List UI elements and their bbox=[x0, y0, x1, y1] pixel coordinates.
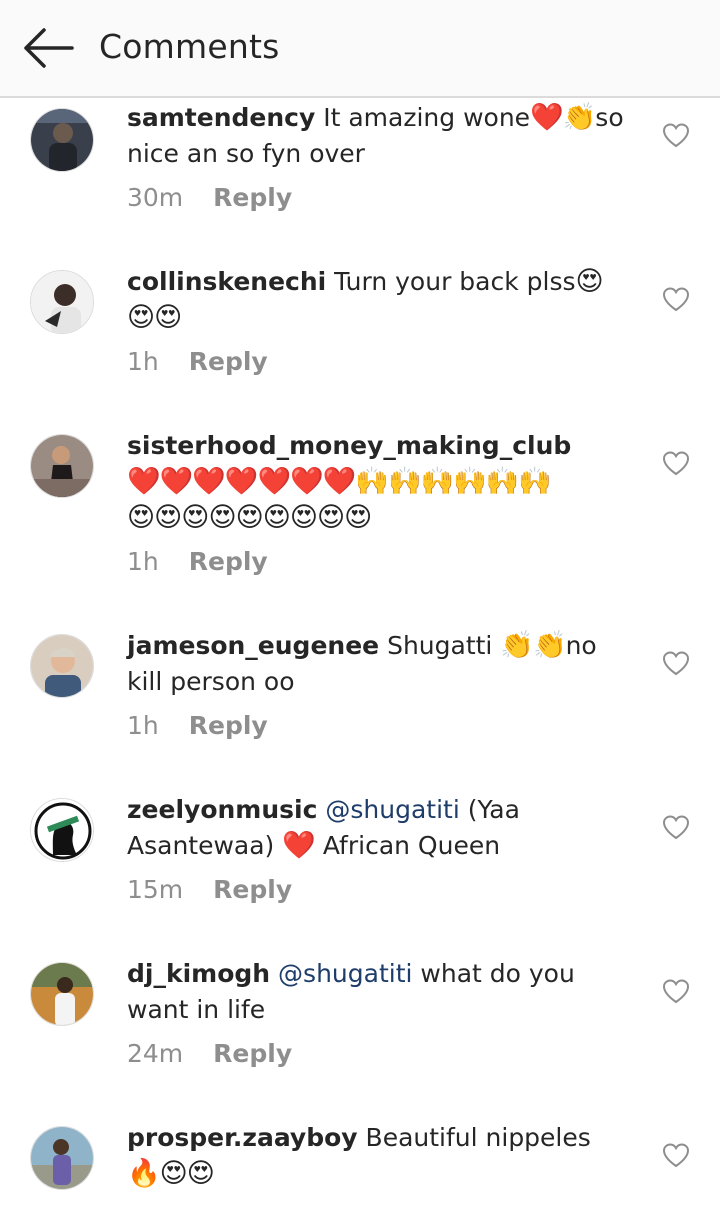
comment-body: Beautiful nippeles bbox=[357, 1123, 591, 1152]
page-title: Comments bbox=[99, 27, 280, 66]
comment-body: Shugatti bbox=[379, 631, 501, 660]
emoji-group: 😍😍😍😍😍😍😍😍😍 bbox=[127, 502, 372, 533]
emoji-group: 🔥😍😍 bbox=[127, 1158, 215, 1189]
heart-icon[interactable] bbox=[662, 122, 690, 150]
comment-text: sisterhood_money_making_club ❤️❤️❤️❤️❤️❤… bbox=[127, 428, 627, 536]
comment-username[interactable]: prosper.zaayboy bbox=[127, 1123, 358, 1152]
reply-button[interactable]: Reply bbox=[189, 711, 268, 740]
comment-text: dj_kimogh @shugatiti what do you want in… bbox=[127, 956, 627, 1028]
emoji-group: ❤️👏 bbox=[530, 102, 596, 133]
comment-meta: 24m Reply bbox=[127, 1036, 627, 1072]
heart-icon[interactable] bbox=[662, 978, 690, 1006]
arrow-left-icon bbox=[24, 28, 74, 68]
comment-meta: 15m Reply bbox=[127, 872, 627, 908]
back-button[interactable] bbox=[18, 24, 76, 72]
comment-body-continued: African Queen bbox=[314, 831, 501, 860]
comment-time: 15m bbox=[127, 875, 184, 904]
mention-link[interactable]: @shugatiti bbox=[325, 795, 459, 824]
emoji-group: ❤️ bbox=[282, 830, 316, 861]
comment-username[interactable]: jameson_eugenee bbox=[127, 631, 379, 660]
comment-username[interactable]: dj_kimogh bbox=[127, 959, 270, 988]
comment-meta: 1h Reply bbox=[127, 708, 627, 744]
comment-body: It amazing wone bbox=[315, 103, 531, 132]
avatar[interactable] bbox=[30, 434, 94, 498]
comment-username[interactable]: collinskenechi bbox=[127, 267, 326, 296]
reply-button[interactable]: Reply bbox=[213, 875, 292, 904]
header-bar: Comments bbox=[0, 0, 720, 98]
heart-icon[interactable] bbox=[662, 286, 690, 314]
comment-meta: 30m Reply bbox=[127, 180, 627, 216]
comment-username[interactable]: zeelyonmusic bbox=[127, 795, 317, 824]
comment-time: 30m bbox=[127, 183, 184, 212]
comment-username[interactable]: samtendency bbox=[127, 103, 315, 132]
comment-body: Turn your back plss bbox=[326, 267, 576, 296]
heart-icon[interactable] bbox=[662, 450, 690, 478]
comment-time: 1h bbox=[127, 711, 159, 740]
mention-link[interactable]: @shugatiti bbox=[278, 959, 412, 988]
comment-text: collinskenechi Turn your back plss😍😍😍 bbox=[127, 264, 627, 336]
comment-time: 1h bbox=[127, 547, 159, 576]
avatar[interactable] bbox=[30, 634, 94, 698]
avatar[interactable] bbox=[30, 270, 94, 334]
comment-time: 24m bbox=[127, 1039, 184, 1068]
emoji-group: 👏👏 bbox=[500, 630, 566, 661]
comment-username[interactable]: sisterhood_money_making_club bbox=[127, 431, 571, 460]
heart-icon[interactable] bbox=[662, 650, 690, 678]
comment-text: jameson_eugenee Shugatti 👏👏no kill perso… bbox=[127, 628, 627, 700]
emoji-group: ❤️❤️❤️❤️❤️❤️❤️🙌🙌🙌🙌🙌🙌 bbox=[127, 466, 552, 497]
reply-button[interactable]: Reply bbox=[189, 547, 268, 576]
reply-button[interactable]: Reply bbox=[213, 1039, 292, 1068]
reply-button[interactable]: Reply bbox=[213, 183, 292, 212]
comment-text: prosper.zaayboy Beautiful nippeles 🔥😍😍 bbox=[127, 1120, 627, 1192]
comment-time: 1h bbox=[127, 347, 159, 376]
heart-icon[interactable] bbox=[662, 1142, 690, 1170]
avatar[interactable] bbox=[30, 798, 94, 862]
comment-meta: 1h Reply bbox=[127, 344, 627, 380]
avatar[interactable] bbox=[30, 1126, 94, 1190]
comment-text: samtendency It amazing wone❤️👏so nice an… bbox=[127, 100, 627, 172]
comment-meta: 1h Reply bbox=[127, 544, 627, 580]
heart-icon[interactable] bbox=[662, 814, 690, 842]
avatar[interactable] bbox=[30, 108, 94, 172]
comment-text: zeelyonmusic @shugatiti (Yaa Asantewaa) … bbox=[127, 792, 627, 864]
reply-button[interactable]: Reply bbox=[189, 347, 268, 376]
avatar[interactable] bbox=[30, 962, 94, 1026]
